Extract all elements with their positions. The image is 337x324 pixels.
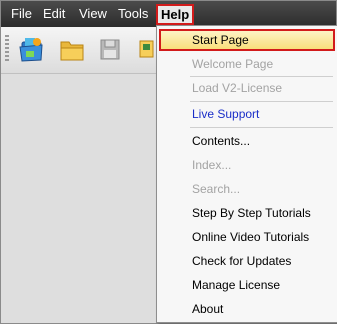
start-page-label: Start Page [192,33,249,47]
menu-help-label: Help [161,7,190,22]
folder-icon [60,41,84,61]
save-button[interactable] [95,33,125,65]
toolbar-next-button[interactable] [135,33,155,65]
app-window: File Edit View Tools Help Start Page Wel… [0,0,337,324]
search-label: Search... [192,182,241,196]
menu-item-contents[interactable]: Contents... [159,130,335,152]
toolbar-partial-icon [139,40,154,58]
menu-item-live-support[interactable]: Live Support [159,103,335,125]
menu-file-label: File [11,6,32,21]
save-icon [100,39,120,60]
index-label: Index... [192,158,232,172]
about-label: About [192,302,224,316]
menu-edit[interactable]: Edit [41,5,67,23]
manage-license-label: Manage License [192,278,281,292]
check-for-updates-label: Check for Updates [192,254,292,268]
live-support-label: Live Support [192,107,260,121]
menu-item-load-v2-license: Load V2-License [159,77,335,99]
menu-view[interactable]: View [77,5,109,23]
online-video-tutorials-label: Online Video Tutorials [192,230,310,244]
toolbar-grip[interactable] [5,35,9,63]
menu-help[interactable]: Help [156,4,195,25]
menu-item-check-for-updates[interactable]: Check for Updates [159,250,335,272]
menu-tools[interactable]: Tools [116,5,150,23]
menu-item-index: Index... [159,154,335,176]
menu-item-start-page[interactable]: Start Page [159,29,335,51]
menu-item-online-video-tutorials[interactable]: Online Video Tutorials [159,226,335,248]
load-v2-license-label: Load V2-License [192,81,283,95]
menu-item-manage-license[interactable]: Manage License [159,274,335,296]
menu-file[interactable]: File [9,5,34,23]
welcome-page-label: Welcome Page [192,57,274,71]
contents-label: Contents... [192,134,251,148]
menu-item-search: Search... [159,178,335,200]
menu-tools-label: Tools [118,6,149,21]
menu-view-label: View [79,6,107,21]
menu-separator [190,101,333,102]
help-menu-dropdown: Start Page Welcome Page Load V2-License … [156,25,337,323]
open-project-button[interactable] [17,33,47,65]
menu-bar: File Edit View Tools Help [1,1,336,27]
open-project-icon [19,38,43,62]
menu-item-about[interactable]: About [159,298,335,320]
menu-separator [190,127,333,128]
menu-edit-label: Edit [43,6,66,21]
open-folder-button[interactable] [57,33,87,65]
menu-item-step-by-step-tutorials[interactable]: Step By Step Tutorials [159,202,335,224]
step-by-step-tutorials-label: Step By Step Tutorials [192,206,311,220]
menu-item-welcome-page: Welcome Page [159,53,335,75]
